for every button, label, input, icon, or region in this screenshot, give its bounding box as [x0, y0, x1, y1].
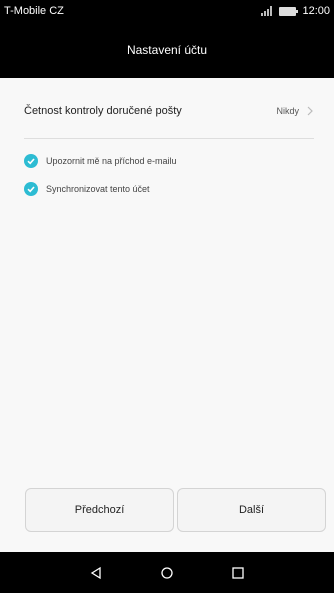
signal-icon — [261, 6, 273, 16]
notify-email-label: Upozornit mě na příchod e-mailu — [46, 156, 177, 166]
divider — [24, 138, 314, 139]
status-icons: 12:00 — [261, 5, 330, 17]
carrier-name: T-Mobile CZ — [4, 5, 64, 17]
chevron-right-icon — [307, 106, 313, 116]
footer-buttons: Předchozí Další — [0, 488, 334, 536]
clock: 12:00 — [302, 5, 330, 17]
battery-icon — [279, 6, 299, 16]
inbox-check-frequency-row[interactable]: Četnost kontroly doručené pošty Nikdy — [0, 86, 334, 136]
frequency-value: Nikdy — [276, 106, 299, 116]
next-button[interactable]: Další — [177, 488, 326, 532]
page-title: Nastavení účtu — [126, 43, 208, 57]
home-icon[interactable] — [160, 566, 174, 580]
recent-apps-icon[interactable] — [231, 566, 245, 580]
status-bar: T-Mobile CZ 12:00 — [0, 0, 334, 22]
check-icon[interactable] — [24, 182, 38, 196]
back-icon[interactable] — [89, 566, 103, 580]
check-icon[interactable] — [24, 154, 38, 168]
frequency-value-group: Nikdy — [276, 106, 315, 116]
settings-content: Četnost kontroly doručené pošty Nikdy Up… — [0, 78, 334, 552]
system-navigation-bar — [0, 552, 334, 593]
app-header: Nastavení účtu — [0, 22, 334, 78]
previous-button[interactable]: Předchozí — [25, 488, 174, 532]
frequency-label: Četnost kontroly doručené pošty — [24, 105, 182, 117]
sync-account-checkbox-row[interactable]: Synchronizovat tento účet — [24, 181, 150, 197]
notify-email-checkbox-row[interactable]: Upozornit mě na příchod e-mailu — [24, 153, 177, 169]
sync-account-label: Synchronizovat tento účet — [46, 184, 150, 194]
